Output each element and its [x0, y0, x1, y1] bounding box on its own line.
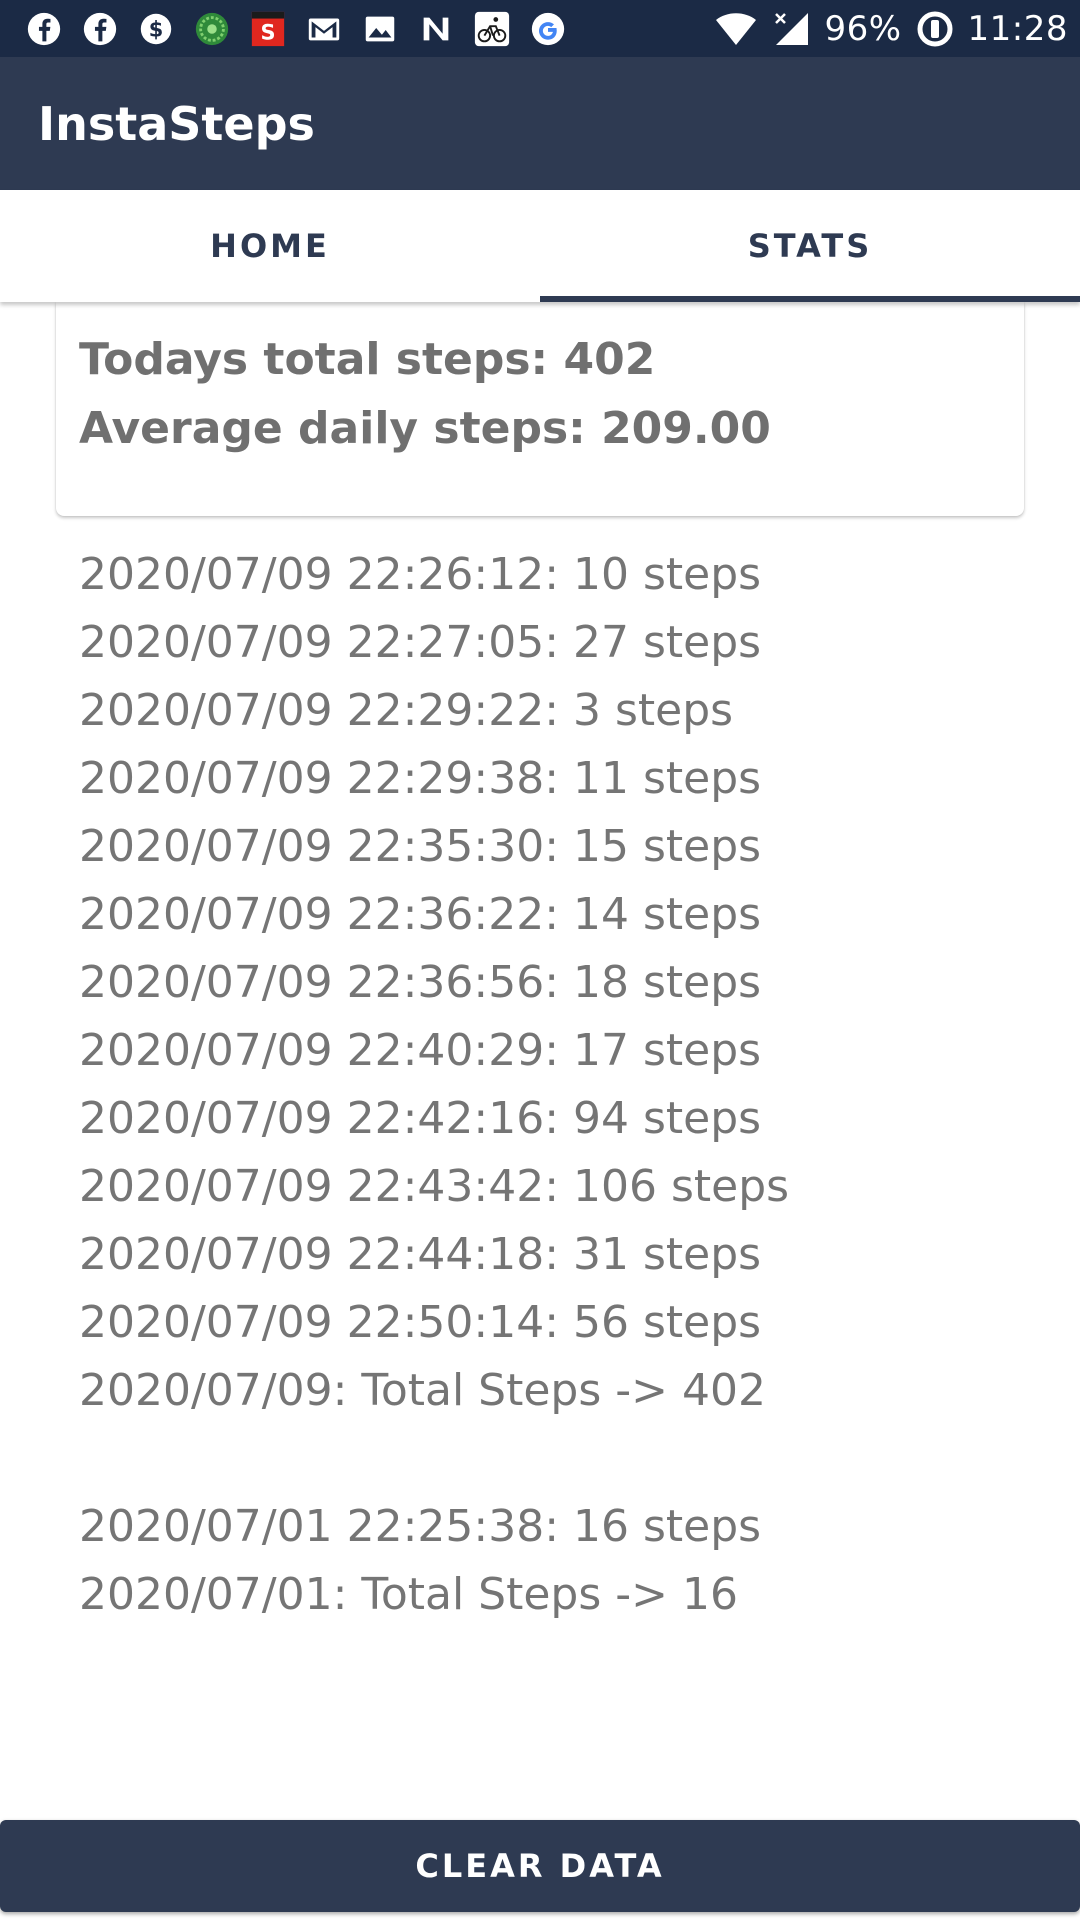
app-n-icon [416, 9, 456, 49]
log-entry: 2020/07/09 22:42:16: 94 steps [79, 1093, 762, 1144]
log-entry: 2020/07/09 22:29:38: 11 steps [79, 753, 762, 804]
tab-home[interactable]: HOME [0, 190, 540, 302]
battery-percent: 96% [824, 8, 902, 49]
log-entry: 2020/07/09 22:27:05: 27 steps [79, 617, 762, 668]
tab-stats[interactable]: STATS [540, 190, 1080, 302]
log-spacer [79, 1430, 789, 1498]
log-entry: 2020/07/09 22:50:14: 56 steps [79, 1297, 762, 1348]
battery-saver-icon [917, 11, 953, 46]
status-bar: $ S 96% 11:28 [0, 0, 1080, 57]
dollar-icon: $ [136, 9, 176, 49]
day-total: 2020/07/01: Total Steps -> 16 [79, 1569, 738, 1620]
sonyliv-icon: S [248, 9, 288, 49]
log-entry: 2020/07/09 22:36:22: 14 steps [79, 889, 762, 940]
gallery-icon [360, 9, 400, 49]
wifi-icon [716, 12, 757, 45]
log-entry: 2020/07/09 22:43:42: 106 steps [79, 1161, 790, 1212]
signal-icon [775, 12, 809, 45]
notification-icons: $ S [24, 8, 568, 50]
log-entry: 2020/07/09 22:44:18: 31 steps [79, 1229, 762, 1280]
quran-app-icon [192, 9, 232, 49]
today-total-steps: Todays total steps: 402 [79, 334, 656, 385]
status-indicators: 96% 11:28 [714, 0, 1068, 57]
cycling-icon [472, 9, 512, 49]
google-icon [528, 9, 568, 49]
day-total: 2020/07/09: Total Steps -> 402 [79, 1365, 766, 1416]
facebook-icon [80, 9, 120, 49]
tab-bar: HOME STATS [0, 190, 1080, 302]
summary-card: Todays total steps: 402 Average daily st… [56, 302, 1024, 516]
step-log-list: 2020/07/09 22:26:12: 10 steps 2020/07/09… [79, 546, 789, 1634]
svg-text:$: $ [149, 18, 164, 42]
app-title: InstaSteps [38, 97, 315, 151]
log-entry: 2020/07/09 22:29:22: 3 steps [79, 685, 734, 736]
clock: 11:28 [967, 8, 1068, 49]
gmail-icon [304, 9, 344, 49]
average-daily-steps: Average daily steps: 209.00 [79, 403, 771, 454]
facebook-icon [24, 9, 64, 49]
log-entry: 2020/07/01 22:25:38: 16 steps [79, 1501, 762, 1552]
log-entry: 2020/07/09 22:36:56: 18 steps [79, 957, 762, 1008]
svg-text:S: S [260, 20, 275, 44]
clear-data-button[interactable]: CLEAR DATA [0, 1820, 1080, 1912]
app-bar: InstaSteps [0, 57, 1080, 190]
log-entry: 2020/07/09 22:26:12: 10 steps [79, 549, 762, 600]
tab-indicator [540, 296, 1080, 302]
log-entry: 2020/07/09 22:35:30: 15 steps [79, 821, 762, 872]
log-entry: 2020/07/09 22:40:29: 17 steps [79, 1025, 762, 1076]
